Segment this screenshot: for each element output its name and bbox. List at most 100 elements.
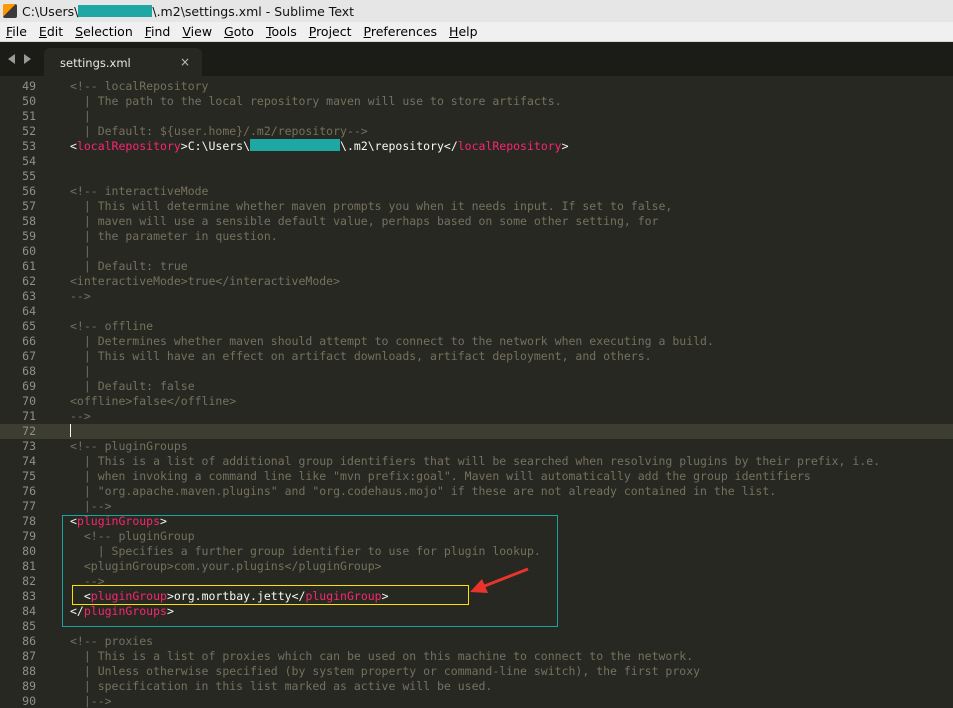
- menu-bar: File Edit Selection Find View Goto Tools Projec…: [0, 22, 953, 42]
- line-number: 70: [22, 394, 36, 408]
- code-editor[interactable]: 90 |--> 89 | specification in this list m…: [0, 77, 953, 708]
- menu-goto[interactable]: Goto: [218, 24, 260, 39]
- code-line[interactable]: 69 | Default: false: [0, 379, 953, 394]
- code-line[interactable]: 61 | Default: true: [0, 259, 953, 274]
- code-line[interactable]: 49 <!-- localRepository: [0, 79, 953, 94]
- menu-file[interactable]: File: [0, 24, 33, 39]
- code-line[interactable]: 63 -->: [0, 289, 953, 304]
- line-number: 86: [22, 634, 36, 648]
- code-line[interactable]: 51 |: [0, 109, 953, 124]
- code-line[interactable]: 65 <!-- offline: [0, 319, 953, 334]
- menu-view[interactable]: View: [176, 24, 218, 39]
- code-line[interactable]: 86 <!-- proxies: [0, 634, 953, 649]
- code-line[interactable]: 53 <localRepository>C:\Users\ \.m2\reposit…: [0, 139, 953, 154]
- code-text: | Determines whether maven should attemp…: [70, 334, 714, 349]
- tab-scroll-right-icon[interactable]: [24, 54, 31, 64]
- menu-edit[interactable]: Edit: [33, 24, 69, 39]
- line-number: 71: [22, 409, 36, 423]
- tab-settings-xml[interactable]: settings.xml ×: [44, 48, 202, 76]
- line-number: 50: [22, 94, 36, 108]
- line-number: 58: [22, 214, 36, 228]
- code-line[interactable]: 54: [0, 154, 953, 169]
- line-number: 61: [22, 259, 36, 273]
- menu-preferences[interactable]: Preferences: [358, 24, 444, 39]
- code-line[interactable]: 90 |-->: [0, 694, 953, 708]
- code-line[interactable]: 87 | This is a list of proxies which can…: [0, 649, 953, 664]
- code-line[interactable]: 58 | maven will use a sensible default v…: [0, 214, 953, 229]
- menu-selection[interactable]: Selection: [69, 24, 139, 39]
- code-line[interactable]: 59 | the parameter in question.: [0, 229, 953, 244]
- tab-close-icon[interactable]: ×: [180, 55, 190, 69]
- code-text: | maven will use a sensible default valu…: [70, 214, 659, 229]
- line-number: 81: [22, 559, 36, 573]
- code-line[interactable]: 57 | This will determine whether maven p…: [0, 199, 953, 214]
- line-number: 90: [22, 694, 36, 708]
- code-line[interactable]: 52 | Default: ${user.home}/.m2/repositor…: [0, 124, 953, 139]
- menu-find[interactable]: Find: [139, 24, 177, 39]
- code-line[interactable]: 64: [0, 304, 953, 319]
- code-line[interactable]: 71 -->: [0, 409, 953, 424]
- line-number: 67: [22, 349, 36, 363]
- line-number: 82: [22, 574, 36, 588]
- code-line[interactable]: 55: [0, 169, 953, 184]
- xml-comment: |-->: [70, 499, 112, 513]
- code-text: <!-- proxies: [70, 634, 153, 649]
- menu-help[interactable]: Help: [443, 24, 484, 39]
- line-number: 80: [22, 544, 36, 558]
- line-number: 53: [22, 139, 36, 153]
- code-text: |-->: [70, 694, 112, 708]
- code-line[interactable]: 88 | Unless otherwise specified (by syst…: [0, 664, 953, 679]
- code-line[interactable]: 67 | This will have an effect on artifac…: [0, 349, 953, 364]
- line-number: 51: [22, 109, 36, 123]
- code-line[interactable]: 72: [0, 424, 953, 439]
- code-text: | This will determine whether maven prom…: [70, 199, 673, 214]
- code-line[interactable]: 75 | when invoking a command line like "…: [0, 469, 953, 484]
- code-text: <!-- localRepository: [70, 79, 208, 94]
- line-number: 77: [22, 499, 36, 513]
- title-path-suffix: \.m2\settings.xml - Sublime Text: [152, 3, 355, 19]
- menu-tools[interactable]: Tools: [260, 24, 303, 39]
- highlight-box-plugin-group-line: [72, 585, 469, 605]
- code-text: <localRepository>C:\Users\ \.m2\repositor…: [70, 139, 569, 154]
- line-number: 83: [22, 589, 36, 603]
- xml-comment: <offline>false</offline>: [70, 394, 237, 408]
- xml-comment: <!-- interactiveMode: [70, 184, 209, 198]
- tab-scroll-left-icon[interactable]: [8, 54, 15, 64]
- xml-tag-name: localRepository: [457, 139, 562, 153]
- xml-comment: | This is a list of additional group ide…: [70, 454, 881, 468]
- code-text: | the parameter in question.: [70, 229, 278, 244]
- code-line[interactable]: 68 |: [0, 364, 953, 379]
- code-line[interactable]: 76 | "org.apache.maven.plugins" and "org…: [0, 484, 953, 499]
- xml-comment: |: [70, 109, 91, 123]
- menu-project[interactable]: Project: [303, 24, 358, 39]
- xml-comment: <interactiveMode>true</interactiveMode>: [70, 274, 341, 288]
- tab-label: settings.xml: [60, 56, 131, 70]
- xml-comment: | This is a list of proxies which can be…: [70, 649, 694, 663]
- line-number: 89: [22, 679, 36, 693]
- code-line[interactable]: 66 | Determines whether maven should att…: [0, 334, 953, 349]
- line-number: 72: [22, 424, 36, 438]
- code-line[interactable]: 60 |: [0, 244, 953, 259]
- xml-text: >C:\Users\: [180, 139, 251, 153]
- code-line[interactable]: 50 | The path to the local repository ma…: [0, 94, 953, 109]
- line-number: 87: [22, 649, 36, 663]
- line-number: 63: [22, 289, 36, 303]
- code-line[interactable]: 56 <!-- interactiveMode: [0, 184, 953, 199]
- xml-comment: <!-- pluginGroups: [70, 439, 188, 453]
- line-number: 79: [22, 529, 36, 543]
- line-number: 54: [22, 154, 36, 168]
- code-line[interactable]: 73 <!-- pluginGroups: [0, 439, 953, 454]
- xml-comment: | when invoking a command line like "mvn…: [70, 469, 811, 483]
- xml-comment: | Determines whether maven should attemp…: [70, 334, 714, 348]
- code-line[interactable]: 74 | This is a list of additional group …: [0, 454, 953, 469]
- line-number: 59: [22, 229, 36, 243]
- xml-tag-name: localRepository: [76, 139, 181, 153]
- xml-comment: | Default: true: [70, 259, 188, 273]
- code-text: | Default: false: [70, 379, 195, 394]
- code-line[interactable]: 62 <interactiveMode>true</interactiveMode…: [0, 274, 953, 289]
- code-line[interactable]: 77 |-->: [0, 499, 953, 514]
- line-number: 60: [22, 244, 36, 258]
- line-number: 62: [22, 274, 36, 288]
- code-line[interactable]: 70 <offline>false</offline>: [0, 394, 953, 409]
- code-line[interactable]: 89 | specification in this list marked a…: [0, 679, 953, 694]
